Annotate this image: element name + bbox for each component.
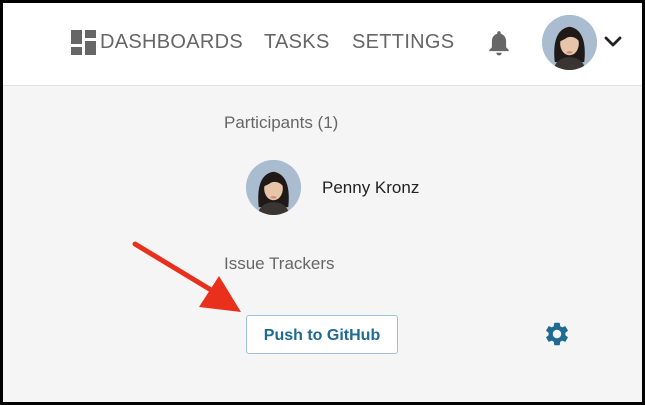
user-avatar[interactable] xyxy=(542,15,597,70)
nav-tasks[interactable]: TASKS xyxy=(264,31,330,54)
dashboard-grid-icon[interactable] xyxy=(71,30,96,55)
participants-heading: Participants (1) xyxy=(224,113,339,132)
issue-trackers-heading: Issue Trackers xyxy=(224,254,335,273)
nav-dashboards[interactable]: DASHBOARDS xyxy=(100,31,243,54)
bell-icon[interactable] xyxy=(486,29,512,57)
nav-settings[interactable]: SETTINGS xyxy=(352,31,454,54)
gear-icon[interactable] xyxy=(543,320,571,348)
participant-name: Penny Kronz xyxy=(322,178,420,197)
push-to-github-button[interactable]: Push to GitHub xyxy=(246,315,398,354)
participant-avatar xyxy=(246,160,301,215)
participant-portrait xyxy=(246,160,301,215)
chevron-down-icon[interactable] xyxy=(604,35,622,49)
top-navigation-bar: DASHBOARDS TASKS SETTINGS xyxy=(3,3,642,86)
avatar-portrait xyxy=(542,15,597,70)
app-window: DASHBOARDS TASKS SETTINGS Participants (… xyxy=(3,3,642,402)
